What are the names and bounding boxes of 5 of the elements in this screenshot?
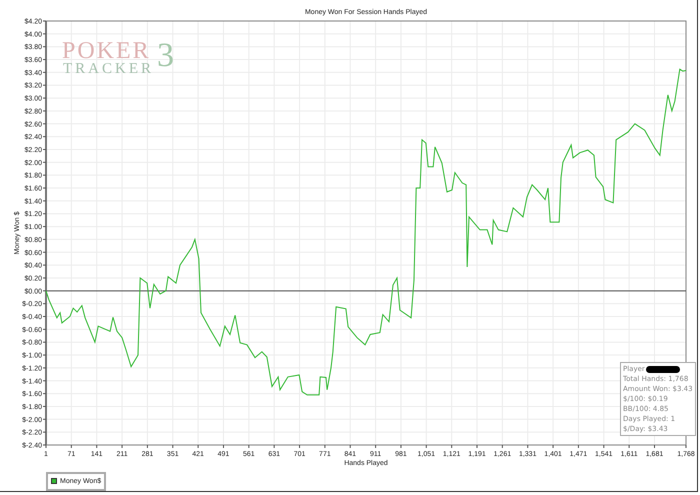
logo-numeral: 3	[157, 37, 174, 74]
legend-swatch	[51, 478, 57, 484]
logo-tracker-text: TRACKER	[63, 61, 154, 77]
redaction-mark	[646, 366, 680, 372]
logo-poker-text: POKER	[62, 38, 151, 64]
